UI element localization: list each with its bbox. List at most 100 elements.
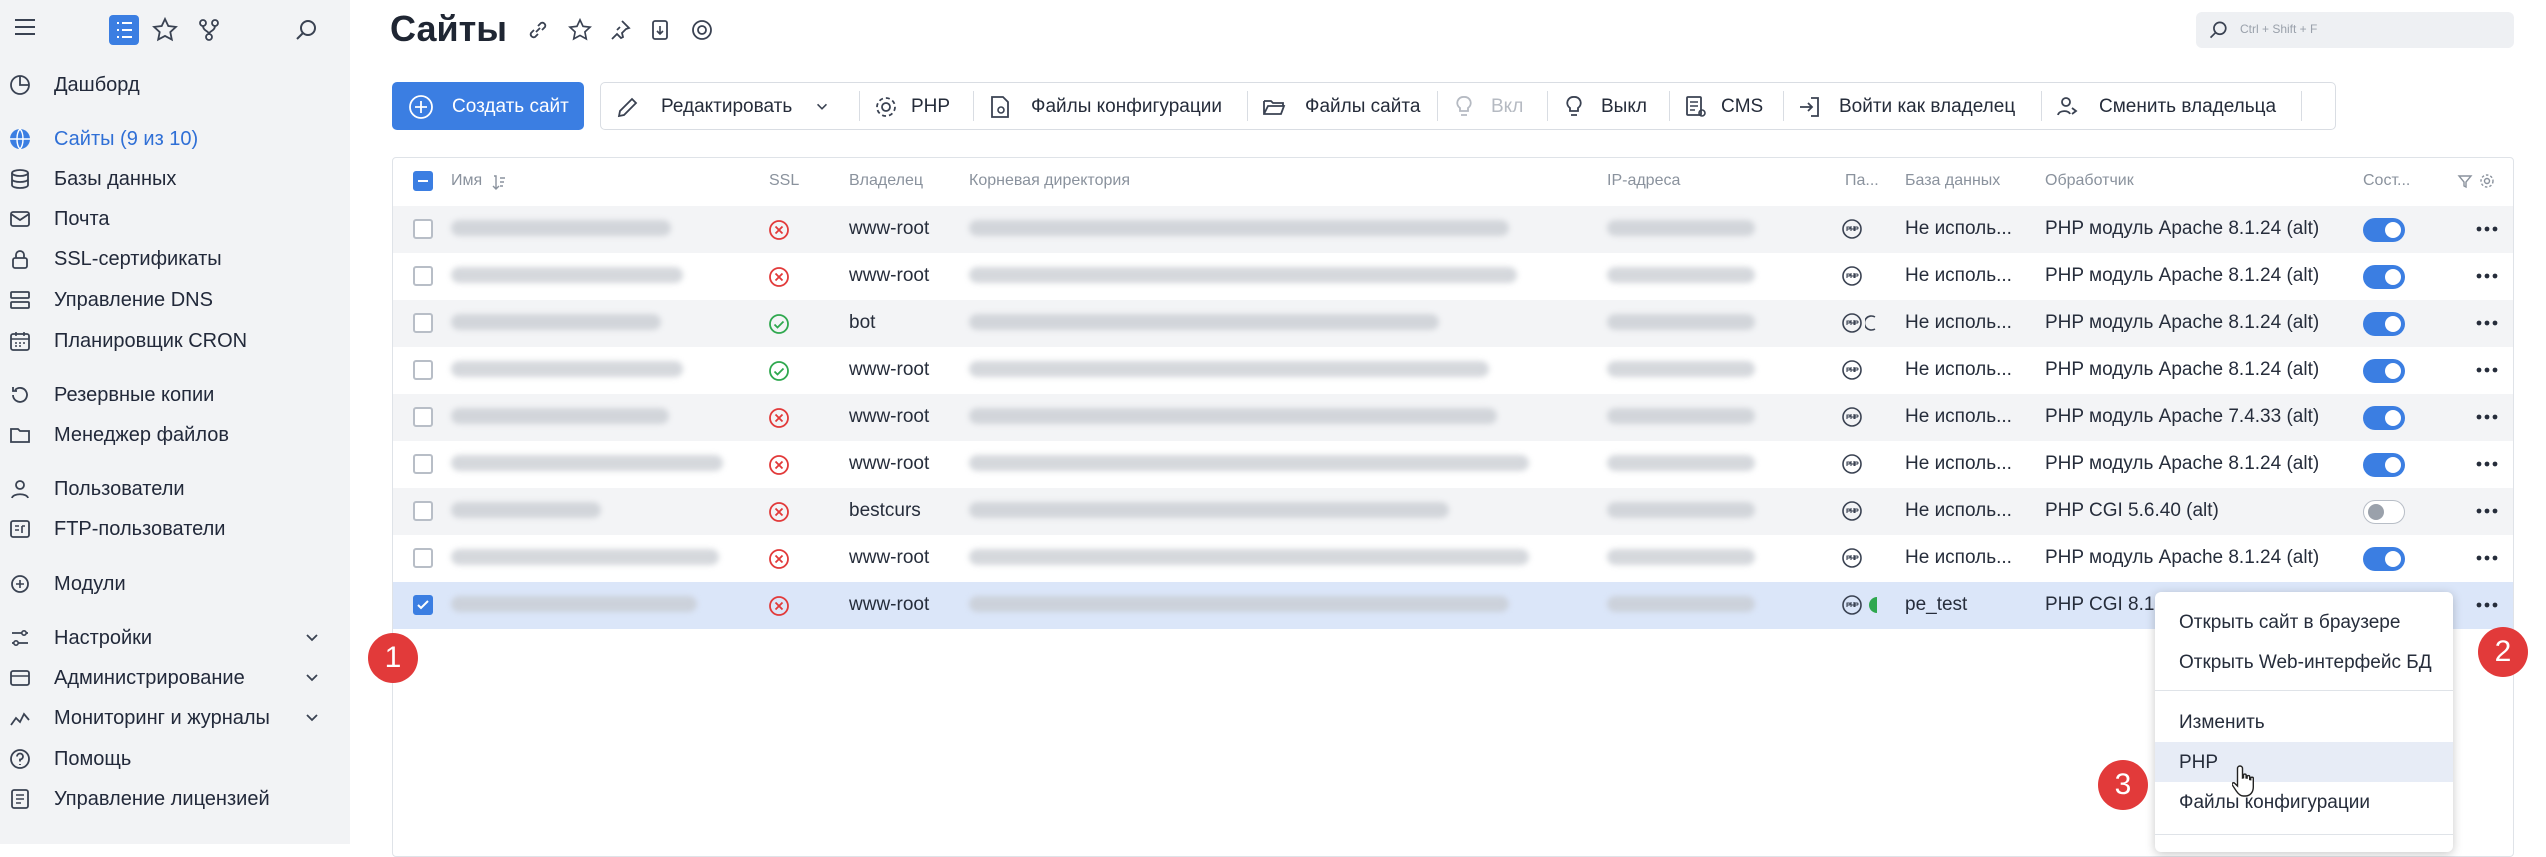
list-icon[interactable] xyxy=(108,14,140,46)
row-more-icon[interactable] xyxy=(2473,451,2501,477)
row-checkbox[interactable] xyxy=(413,266,433,286)
column-header-handler[interactable]: Обработчик xyxy=(2045,172,2134,190)
site-name-redacted[interactable] xyxy=(451,596,697,612)
site-name-redacted[interactable] xyxy=(451,502,601,518)
star-icon[interactable] xyxy=(152,17,178,43)
search-icon[interactable] xyxy=(294,17,320,43)
config-files-button[interactable]: Файлы конфигурации xyxy=(973,83,1247,129)
menu-item-open-db-web[interactable]: Открыть Web-интерфейс БД xyxy=(2155,642,2453,682)
column-header-db[interactable]: База данных xyxy=(1905,172,2000,190)
row-more-icon[interactable] xyxy=(2473,498,2501,524)
table-row[interactable]: www-root Не исполь... PHP модуль Apache 8.… xyxy=(393,253,2513,300)
row-checkbox[interactable] xyxy=(413,407,433,427)
sidebar-item-dns[interactable]: Управление DNS xyxy=(0,281,350,317)
create-site-button[interactable]: Создать сайт xyxy=(392,82,584,130)
sidebar-item-cron[interactable]: Планировщик CRON xyxy=(0,322,350,358)
table-row[interactable]: www-root Не исполь... PHP модуль Apache 8.… xyxy=(393,206,2513,253)
sidebar-item-administration[interactable]: Администрирование xyxy=(0,659,350,695)
menu-item-php[interactable]: PHP xyxy=(2155,742,2453,782)
sidebar-item-users[interactable]: Пользователи xyxy=(0,470,350,506)
sidebar-item-backups[interactable]: Резервные копии xyxy=(0,376,350,412)
table-row[interactable]: www-root Не исполь... PHP модуль Apache 8.… xyxy=(393,347,2513,394)
filter-icon[interactable] xyxy=(2457,173,2473,189)
sidebar-item-file-manager[interactable]: Менеджер файлов xyxy=(0,416,350,452)
chevron-down-icon[interactable] xyxy=(302,709,322,727)
sidebar-item-modules[interactable]: Модули xyxy=(0,565,350,601)
sidebar-item-ftp-users[interactable]: FTP-пользователи xyxy=(0,510,350,546)
disable-button[interactable]: Выкл xyxy=(1547,83,1669,129)
sidebar-item-databases[interactable]: Базы данных xyxy=(0,160,350,196)
cms-button[interactable]: CMS xyxy=(1669,83,1783,129)
column-header-name[interactable]: Имя xyxy=(451,172,482,190)
sidebar-item-ssl[interactable]: SSL-сертификаты xyxy=(0,240,350,276)
table-row[interactable]: www-root Не исполь... PHP модуль Apache 8.… xyxy=(393,441,2513,488)
global-search-input[interactable]: Ctrl + Shift + F xyxy=(2196,12,2514,48)
column-header-status[interactable]: Сост... xyxy=(2363,172,2410,190)
select-all-checkbox[interactable] xyxy=(413,171,433,191)
column-header-pa[interactable]: Па... xyxy=(1845,172,1879,190)
column-header-root[interactable]: Корневая директория xyxy=(969,172,1130,190)
row-more-icon[interactable] xyxy=(2473,357,2501,383)
column-header-ssl[interactable]: SSL xyxy=(769,172,799,190)
sidebar-item-mail[interactable]: Почта xyxy=(0,200,350,236)
site-name-redacted[interactable] xyxy=(451,455,723,471)
row-more-icon[interactable] xyxy=(2473,310,2501,336)
sidebar-item-dashboard[interactable]: Дашборд xyxy=(0,66,350,102)
sidebar-item-help[interactable]: Помощь xyxy=(0,740,350,776)
chevron-down-icon[interactable] xyxy=(302,669,322,687)
menu-item-config-files[interactable]: Файлы конфигурации xyxy=(2155,782,2453,822)
gear-icon[interactable] xyxy=(2479,173,2495,189)
row-more-icon[interactable] xyxy=(2473,545,2501,571)
table-row[interactable]: www-root Не исполь... PHP модуль Apache 8.… xyxy=(393,535,2513,582)
row-checkbox[interactable] xyxy=(413,313,433,333)
row-checkbox[interactable] xyxy=(413,595,433,615)
row-checkbox[interactable] xyxy=(413,454,433,474)
status-toggle[interactable] xyxy=(2363,265,2405,289)
status-toggle[interactable] xyxy=(2363,218,2405,242)
fork-icon[interactable] xyxy=(196,17,222,43)
status-toggle[interactable] xyxy=(2363,500,2405,524)
sidebar-item-monitoring[interactable]: Мониторинг и журналы xyxy=(0,699,350,735)
star-icon[interactable] xyxy=(568,18,592,42)
chevron-down-icon[interactable] xyxy=(302,629,322,647)
status-toggle[interactable] xyxy=(2363,547,2405,571)
table-row[interactable]: bot Не исполь... PHP модуль Apache 8.1.24 … xyxy=(393,300,2513,347)
row-more-icon[interactable] xyxy=(2473,404,2501,430)
edit-button[interactable]: Редактировать xyxy=(601,83,859,129)
status-toggle[interactable] xyxy=(2363,312,2405,336)
login-as-owner-button[interactable]: Войти как владелец xyxy=(1783,83,2041,129)
table-row[interactable]: bestcurs Не исполь... PHP CGI 5.6.40 (alt) xyxy=(393,488,2513,535)
status-toggle[interactable] xyxy=(2363,406,2405,430)
site-files-button[interactable]: Файлы сайта xyxy=(1247,83,1437,129)
row-checkbox[interactable] xyxy=(413,219,433,239)
row-checkbox[interactable] xyxy=(413,501,433,521)
site-name-redacted[interactable] xyxy=(451,549,719,565)
row-checkbox[interactable] xyxy=(413,360,433,380)
site-name-redacted[interactable] xyxy=(451,361,683,377)
status-toggle[interactable] xyxy=(2363,453,2405,477)
menu-item-open-site[interactable]: Открыть сайт в браузере xyxy=(2155,602,2453,642)
column-header-owner[interactable]: Владелец xyxy=(849,172,923,190)
menu-item-edit[interactable]: Изменить xyxy=(2155,702,2453,742)
link-icon[interactable] xyxy=(526,18,550,42)
row-more-icon[interactable] xyxy=(2473,263,2501,289)
site-name-redacted[interactable] xyxy=(451,408,669,424)
sidebar-item-settings[interactable]: Настройки xyxy=(0,619,350,655)
change-owner-button[interactable]: Сменить владельца xyxy=(2041,83,2301,129)
table-row[interactable]: www-root Не исполь... PHP модуль Apache 7.… xyxy=(393,394,2513,441)
lifebuoy-icon[interactable] xyxy=(690,18,714,42)
row-more-icon[interactable] xyxy=(2473,592,2501,618)
sort-icon[interactable] xyxy=(491,173,507,191)
site-name-redacted[interactable] xyxy=(451,267,683,283)
sidebar-item-license[interactable]: Управление лицензией xyxy=(0,780,350,816)
row-more-icon[interactable] xyxy=(2473,216,2501,242)
hamburger-icon[interactable] xyxy=(12,14,38,40)
php-button[interactable]: PHP xyxy=(859,83,973,129)
site-name-redacted[interactable] xyxy=(451,220,671,236)
site-name-redacted[interactable] xyxy=(451,314,661,330)
enable-button[interactable]: Вкл xyxy=(1437,83,1547,129)
row-checkbox[interactable] xyxy=(413,548,433,568)
column-header-ip[interactable]: IP-адреса xyxy=(1607,172,1680,190)
pin-icon[interactable] xyxy=(608,18,632,42)
status-toggle[interactable] xyxy=(2363,359,2405,383)
